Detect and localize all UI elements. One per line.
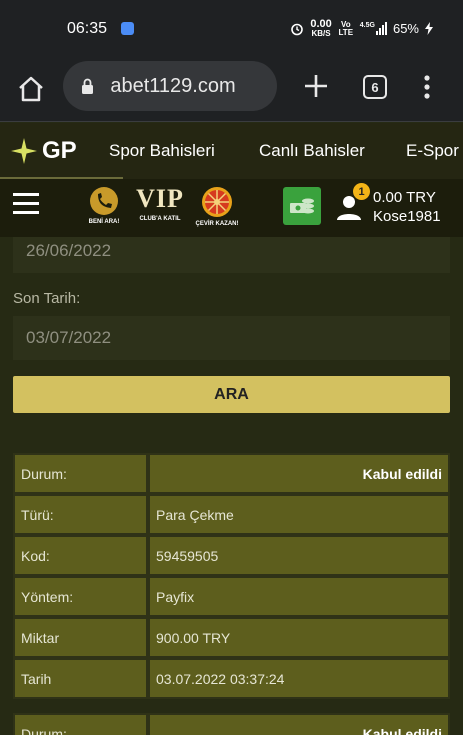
status-key: Durum: — [13, 713, 148, 735]
date-value: 03.07.2022 03:37:24 — [148, 658, 450, 699]
status-icons: 0.00 KB/S Vo LTE 4.5G 65% — [290, 19, 433, 38]
nav-live-bets[interactable]: Canlı Bahisler — [259, 141, 365, 161]
status-time: 06:35 — [67, 20, 108, 37]
status-value: Kabul edildi — [148, 453, 450, 494]
table-row: Yöntem: Payfix — [13, 576, 450, 617]
balance-amount: 0.00 TRY — [373, 189, 436, 206]
table-row: Türü: Para Çekme — [13, 494, 450, 535]
code-value: 59459505 — [148, 535, 450, 576]
promo-call-me[interactable]: BENİ ARA! — [84, 185, 124, 225]
star-logo-icon — [11, 138, 37, 164]
new-tab-icon[interactable] — [303, 73, 329, 99]
username: Kose1981 — [373, 208, 441, 225]
start-date-value: 26/06/2022 — [26, 241, 112, 260]
method-value: Payfix — [148, 576, 450, 617]
status-key: Durum: — [13, 453, 148, 494]
charging-icon — [425, 22, 433, 35]
table-row: Durum: Kabul edildi — [13, 453, 450, 494]
site-account-bar: BENİ ARA! VIP CLUB'A KATIL ÇEVİR KAZAN! … — [0, 179, 463, 237]
nav-esports[interactable]: E-Spor — [406, 141, 459, 161]
start-date-field[interactable]: 26/06/2022 — [13, 237, 450, 273]
volte-indicator: Vo LTE — [338, 19, 354, 37]
end-date-field[interactable]: 03/07/2022 — [13, 316, 450, 360]
nav-sport-bets[interactable]: Spor Bahisleri — [109, 141, 215, 161]
amount-value: 900.00 TRY — [148, 617, 450, 658]
lock-icon — [82, 78, 93, 94]
tab-switcher-button[interactable]: 6 — [363, 75, 387, 99]
transaction-table-1: Durum: Kabul edildi Türü: Para Çekme Kod… — [13, 453, 450, 699]
hamburger-menu-icon[interactable] — [13, 193, 39, 215]
address-bar[interactable]: abet1129.com — [63, 61, 277, 111]
promo-vip-club[interactable]: VIP CLUB'A KATIL — [133, 184, 187, 223]
method-key: Yöntem: — [13, 576, 148, 617]
notification-badge: 1 — [353, 183, 370, 200]
site-main-nav: GP Spor Bahisleri Canlı Bahisler E-Spor — [0, 123, 463, 179]
more-options-icon[interactable] — [424, 75, 430, 99]
site-logo[interactable]: GP — [10, 137, 77, 165]
money-icon — [290, 198, 314, 214]
status-value: Kabul edildi — [148, 713, 450, 735]
table-row: Miktar 900.00 TRY — [13, 617, 450, 658]
table-row: Durum: Kabul edildi — [13, 713, 450, 735]
transaction-history: 26/06/2022 Son Tarih: 03/07/2022 ARA Dur… — [0, 237, 463, 735]
table-row: Tarih 03.07.2022 03:37:24 — [13, 658, 450, 699]
app-notification-icon — [121, 22, 134, 35]
phone-icon — [90, 187, 118, 215]
signal-icon: 4.5G — [360, 22, 387, 35]
promo-spin-win[interactable]: ÇEVİR KAZAN! — [194, 185, 240, 227]
amount-key: Miktar — [13, 617, 148, 658]
date-key: Tarih — [13, 658, 148, 699]
wheel-icon — [202, 187, 232, 217]
account-balance[interactable]: 0.00 TRY Kose1981 — [373, 188, 441, 226]
type-key: Türü: — [13, 494, 148, 535]
battery-percent: 65% — [392, 21, 419, 36]
type-value: Para Çekme — [148, 494, 450, 535]
alarm-icon — [291, 23, 304, 35]
code-key: Kod: — [13, 535, 148, 576]
transaction-table-2: Durum: Kabul edildi — [13, 713, 450, 735]
end-date-value: 03/07/2022 — [26, 328, 112, 347]
search-button[interactable]: ARA — [13, 376, 450, 413]
vip-logo: VIP — [136, 184, 184, 213]
browser-toolbar: abet1129.com 6 — [0, 58, 463, 122]
table-row: Kod: 59459505 — [13, 535, 450, 576]
url-text: abet1129.com — [107, 75, 236, 97]
end-date-label: Son Tarih: — [13, 290, 81, 307]
deposit-button[interactable] — [283, 187, 321, 225]
tab-count: 6 — [371, 79, 379, 95]
net-speed: 0.00 KB/S — [310, 18, 332, 38]
status-bar: 06:35 0.00 KB/S Vo LTE 4.5G 65% — [0, 0, 463, 58]
home-icon[interactable] — [16, 74, 46, 104]
